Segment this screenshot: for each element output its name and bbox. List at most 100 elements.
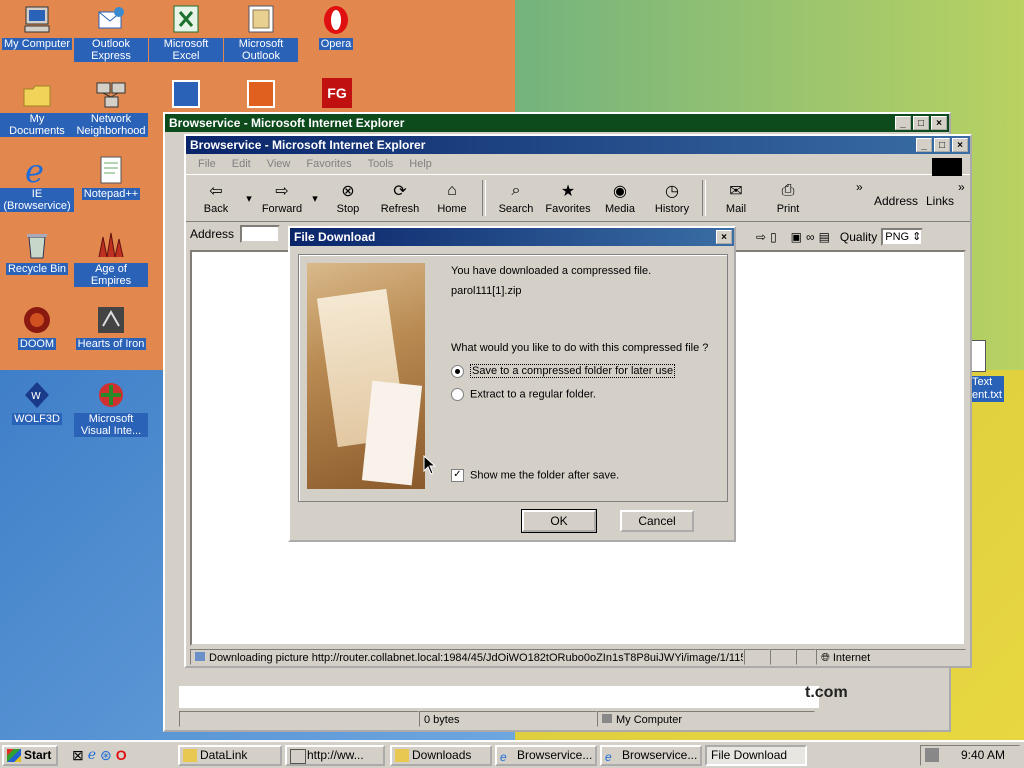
ie-icon: e	[605, 750, 612, 764]
start-button[interactable]: Start	[2, 745, 58, 766]
status-zone: My Computer	[597, 711, 815, 727]
dialog-titlebar[interactable]: File Download ×	[290, 228, 734, 246]
bookmark-icon[interactable]: ▯	[770, 230, 777, 244]
desktop-icon-my-documents[interactable]: My Documents	[0, 79, 74, 137]
home-button[interactable]: ⌂ Home	[426, 181, 478, 215]
task-browservice-2[interactable]: e Browservice...	[600, 745, 702, 766]
desktop-icon-label: Network Neighborhood	[74, 113, 148, 137]
desktop-icon-excel[interactable]: Microsoft Excel	[149, 4, 223, 62]
favorites-button[interactable]: ★ Favorites	[542, 181, 594, 215]
task-datalink[interactable]: DataLink	[178, 745, 282, 766]
links-label[interactable]: Links	[926, 194, 954, 208]
forward-button[interactable]: ⇨ Forward	[256, 181, 308, 215]
mail-button[interactable]: ✉ Mail	[710, 181, 762, 215]
quality-select[interactable]: PNG ⇕	[881, 228, 924, 246]
desktop-icon-wolf3d[interactable]: W WOLF3D	[0, 379, 74, 425]
system-tray: 9:40 AM	[920, 745, 1020, 766]
back-window-titlebar[interactable]: Browservice - Microsoft Internet Explore…	[165, 114, 949, 132]
back-button[interactable]: ⇦ Back	[190, 181, 242, 215]
desktop-icon-label: Microsoft Outlook	[224, 38, 298, 62]
toolbar: ⇦ Back ▾ ⇨ Forward ▾ ⊗ Stop ⟳ Refresh ⌂ Home …	[186, 174, 970, 222]
address-input[interactable]	[240, 225, 281, 243]
forward-dropdown[interactable]: ▾	[308, 192, 322, 205]
desktop-icon-ie[interactable]: e IE (Browservice)	[0, 152, 74, 212]
quick-launch-outlook-icon[interactable]: ⊛	[100, 747, 112, 764]
cancel-button[interactable]: Cancel	[620, 510, 694, 532]
desktop-icon-doom[interactable]: DOOM	[0, 304, 74, 350]
network-tray-icon[interactable]	[925, 748, 939, 762]
taskbar: Start ⊠ e ⊛ O DataLink http://ww... Down…	[0, 740, 1024, 768]
desktop-icon-network[interactable]: Network Neighborhood	[74, 79, 148, 137]
menu-edit[interactable]: Edit	[224, 158, 259, 170]
filename-text: parol111[1].zip	[451, 285, 522, 297]
task-file-download[interactable]: File Download	[705, 745, 807, 766]
links-chevron-icon[interactable]: »	[958, 180, 965, 194]
quick-launch-desktop-icon[interactable]: ⊠	[72, 747, 84, 764]
refresh-button[interactable]: ⟳ Refresh	[374, 181, 426, 215]
partial-desktop-icon[interactable]	[247, 80, 275, 108]
radio-selected[interactable]	[451, 365, 464, 378]
desktop-icon-my-computer[interactable]: My Computer	[0, 4, 74, 50]
media-icon: ◉	[613, 183, 627, 200]
checkbox-checked[interactable]: ✓	[451, 469, 464, 482]
ok-button[interactable]: OK	[521, 509, 597, 533]
file-download-dialog[interactable]: File Download × You have downloaded a co…	[288, 226, 736, 542]
close-button[interactable]: ×	[716, 230, 732, 244]
clipboard-icon[interactable]: ▤	[819, 230, 830, 244]
windows-logo-icon	[932, 158, 962, 176]
menu-favorites[interactable]: Favorites	[298, 158, 359, 170]
partial-desktop-icon[interactable]	[172, 80, 200, 108]
toolbar-chevron-icon[interactable]: »	[856, 180, 863, 194]
quick-launch-ie-icon[interactable]: e	[88, 747, 96, 764]
desktop-icon-age-of-empires[interactable]: Age of Empires	[74, 229, 148, 287]
go-arrow-icon[interactable]: ⇨	[756, 230, 766, 244]
history-button[interactable]: ◷ History	[646, 181, 698, 215]
page-icon[interactable]: ▣	[791, 230, 802, 244]
close-button[interactable]: ×	[952, 138, 968, 152]
desktop-icon-outlook[interactable]: Microsoft Outlook	[224, 4, 298, 62]
radio-unselected[interactable]	[451, 388, 464, 401]
option-save-compressed[interactable]: Save to a compressed folder for later us…	[451, 364, 676, 379]
mouse-cursor-icon	[423, 455, 437, 475]
folder-icon	[183, 749, 197, 762]
desktop-icon-outlook-express[interactable]: Outlook Express	[74, 4, 148, 62]
media-button[interactable]: ◉ Media	[594, 181, 646, 215]
search-button[interactable]: ⌕ Search	[490, 181, 542, 215]
age-of-empires-icon	[95, 229, 127, 261]
ie-window-titlebar[interactable]: Browservice - Microsoft Internet Explore…	[186, 136, 970, 154]
desktop-icon-visual-interdev[interactable]: Microsoft Visual Inte...	[74, 379, 148, 437]
desktop-icon-recycle-bin[interactable]: Recycle Bin	[0, 229, 74, 275]
back-dropdown[interactable]: ▾	[242, 192, 256, 205]
spinner-icon[interactable]: ⇕	[912, 230, 921, 244]
minimize-button[interactable]: _	[895, 116, 911, 130]
clock[interactable]: 9:40 AM	[961, 746, 1005, 765]
task-browservice-1[interactable]: e Browservice...	[495, 745, 597, 766]
address-label[interactable]: Address	[874, 194, 918, 208]
desktop-icon-opera[interactable]: Opera	[299, 4, 373, 50]
partial-desktop-icon[interactable]: FG	[322, 78, 352, 108]
task-downloads[interactable]: Downloads	[390, 745, 492, 766]
option-extract[interactable]: Extract to a regular folder.	[451, 388, 596, 401]
window-icon	[290, 749, 306, 764]
quick-launch-opera-icon[interactable]: O	[116, 747, 127, 764]
desktop-icon-notepadpp[interactable]: Notepad++	[74, 154, 148, 200]
history-icon: ◷	[665, 183, 679, 200]
close-button[interactable]: ×	[931, 116, 947, 130]
show-folder-checkbox[interactable]: ✓ Show me the folder after save.	[451, 469, 619, 482]
binoculars-icon[interactable]: ∞	[806, 230, 815, 244]
desktop-icon-hearts-of-iron[interactable]: Hearts of Iron	[74, 304, 148, 350]
back-window-content	[179, 686, 819, 708]
desktop-icon-text-file[interactable]: Text ent.txt	[970, 376, 1004, 402]
minimize-button[interactable]: _	[916, 138, 932, 152]
doom-icon	[21, 304, 53, 336]
search-icon: ⌕	[511, 182, 521, 199]
maximize-button[interactable]: □	[934, 138, 950, 152]
stop-button[interactable]: ⊗ Stop	[322, 181, 374, 215]
menu-help[interactable]: Help	[401, 158, 440, 170]
menu-view[interactable]: View	[259, 158, 299, 170]
maximize-button[interactable]: □	[913, 116, 929, 130]
print-button[interactable]: ⎙ Print	[762, 181, 814, 215]
menu-file[interactable]: File	[190, 158, 224, 170]
task-http[interactable]: http://ww...	[285, 745, 385, 766]
menu-tools[interactable]: Tools	[360, 158, 402, 170]
